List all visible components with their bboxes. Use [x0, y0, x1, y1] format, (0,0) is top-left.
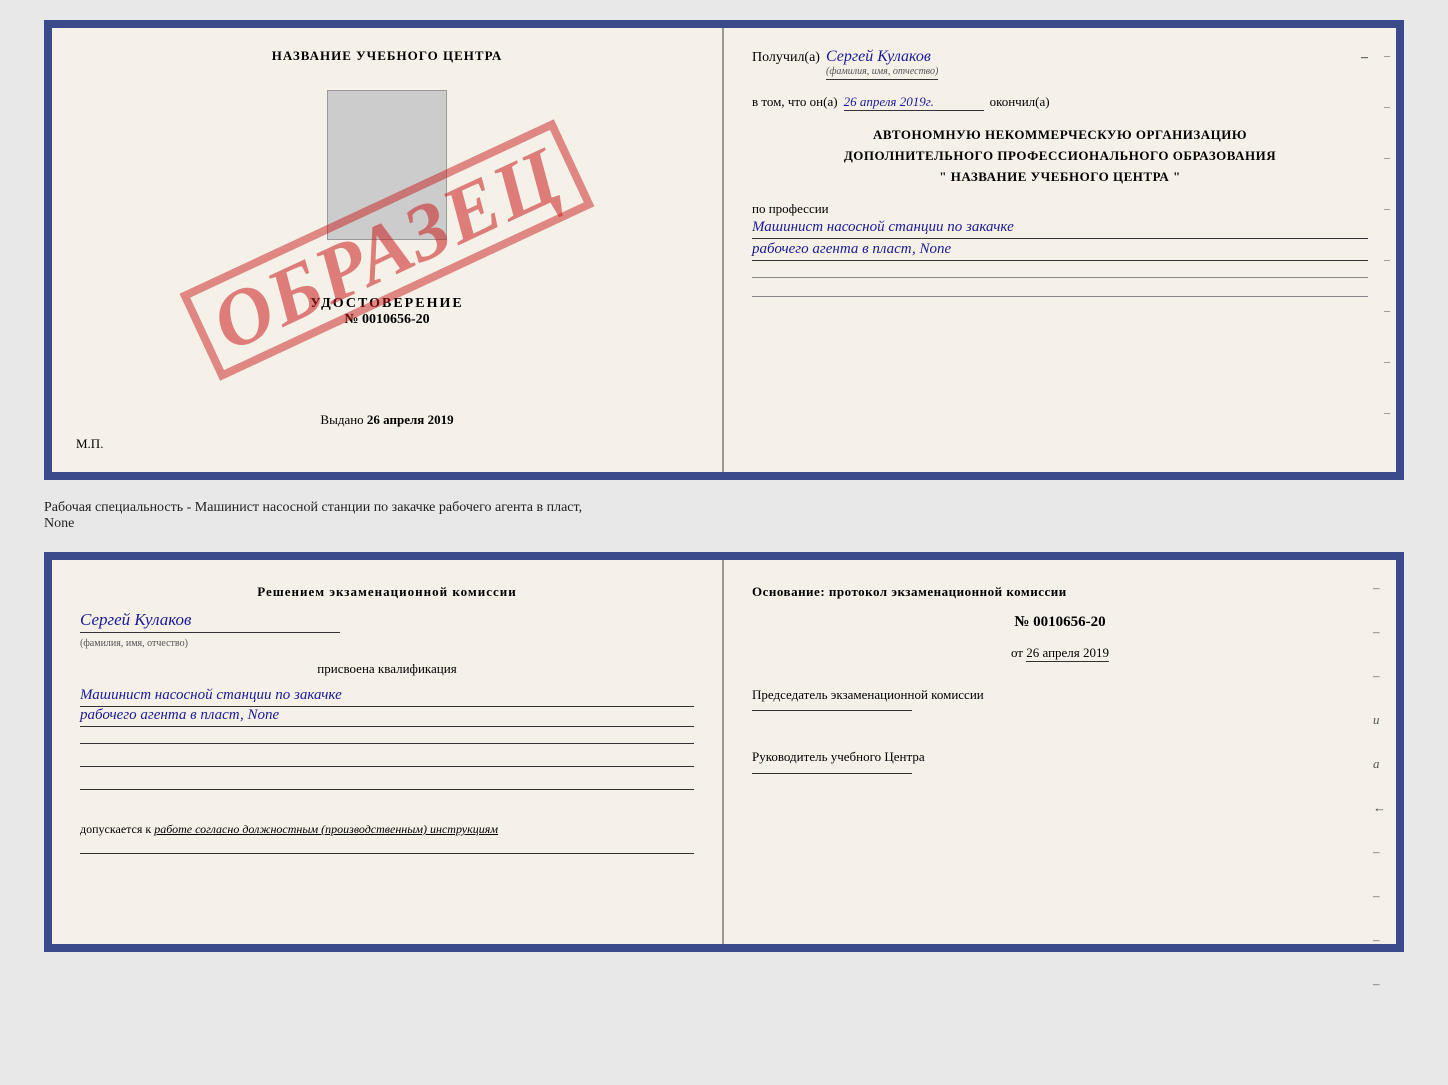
rukovoditel-label: Руководитель учебного Центра	[752, 745, 1368, 768]
underline3	[80, 789, 694, 790]
mp-line: М.П.	[76, 436, 103, 452]
rukovoditel-block: Руководитель учебного Центра	[752, 745, 1368, 777]
underline2	[80, 766, 694, 767]
dopuskaetsya-label: допускается к	[80, 822, 151, 836]
predsedatel-label: Председатель экзаменационной комиссии	[752, 683, 1368, 706]
udost-number: № 0010656-20	[310, 312, 463, 328]
org-block: АВТОНОМНУЮ НЕКОММЕРЧЕСКУЮ ОРГАНИЗАЦИЮ ДО…	[752, 125, 1368, 187]
sign-line-rukovoditel	[752, 773, 912, 774]
dopuskaetsya-val: работе согласно должностным (производств…	[154, 822, 498, 836]
sign-line-predsedatel	[752, 710, 912, 711]
okonchil-label: окончил(а)	[990, 94, 1050, 110]
org-line1: АВТОНОМНУЮ НЕКОММЕРЧЕСКУЮ ОРГАНИЗАЦИЮ	[752, 125, 1368, 146]
center-title: НАЗВАНИЕ УЧЕБНОГО ЦЕНТРА	[272, 48, 503, 64]
po-professii-label: по профессии	[752, 201, 1368, 217]
underline4	[80, 853, 694, 854]
bottom-doc-left: Решением экзаменационной комиссии Сергей…	[52, 560, 724, 944]
poluchil-name: Сергей Кулаков (фамилия, имя, отчество)	[826, 48, 938, 80]
vydano-label: Выдано	[320, 412, 363, 427]
decorative-dashes-right: – – – и а ← – – – –	[1373, 580, 1386, 992]
udost-block: УДОСТОВЕРЕНИЕ № 0010656-20	[310, 296, 463, 328]
vtom-label: в том, что он(а)	[752, 94, 838, 110]
udost-label: УДОСТОВЕРЕНИЕ	[310, 296, 463, 312]
qual-block: Машинист насосной станции по закачке раб…	[80, 687, 694, 727]
doc-separator-line2	[752, 296, 1368, 297]
bottom-doc-right: Основание: протокол экзаменационной коми…	[724, 560, 1396, 944]
decorative-dashes-top: – – – – – – – –	[1384, 48, 1390, 420]
profession-line2: рабочего агента в пласт, None	[752, 241, 1368, 261]
ot-line: от 26 апреля 2019	[752, 645, 1368, 661]
org-name-line: " НАЗВАНИЕ УЧЕБНОГО ЦЕНТРА "	[752, 167, 1368, 188]
photo-placeholder	[327, 90, 447, 240]
underline1	[80, 743, 694, 744]
vydano-line: Выдано 26 апреля 2019	[320, 392, 453, 428]
predsedatel-block: Председатель экзаменационной комиссии	[752, 683, 1368, 715]
prisvoena-label: присвоена квалификация	[80, 661, 694, 677]
doc-separator-line	[752, 277, 1368, 278]
vtom-line: в том, что он(а) 26 апреля 2019г. окончи…	[752, 94, 1368, 111]
org-line2: ДОПОЛНИТЕЛЬНОГО ПРОФЕССИОНАЛЬНОГО ОБРАЗО…	[752, 146, 1368, 167]
profession-line1: Машинист насосной станции по закачке	[752, 219, 1368, 239]
protocol-number-block: № 0010656-20	[752, 614, 1368, 631]
top-document: НАЗВАНИЕ УЧЕБНОГО ЦЕНТРА УДОСТОВЕРЕНИЕ №…	[44, 20, 1404, 480]
qual-line2: рабочего агента в пласт, None	[80, 707, 694, 727]
ot-date: 26 апреля 2019	[1026, 645, 1109, 662]
bottom-name-block: Сергей Кулаков (фамилия, имя, отчество)	[80, 610, 694, 651]
po-professii-block: по профессии Машинист насосной станции п…	[752, 201, 1368, 261]
separator-text: Рабочая специальность - Машинист насосно…	[44, 496, 1404, 536]
top-doc-right: – – – – – – – – Получил(а) Сергей Кулако…	[724, 28, 1396, 472]
resolution-title: Решением экзаменационной комиссии	[80, 584, 694, 600]
dopuskaetsya-block: допускается к работе согласно должностны…	[80, 822, 694, 837]
vtom-date: 26 апреля 2019г.	[844, 94, 984, 111]
ot-label: от	[1011, 645, 1023, 660]
vydano-date: 26 апреля 2019	[367, 412, 454, 427]
top-doc-left: НАЗВАНИЕ УЧЕБНОГО ЦЕНТРА УДОСТОВЕРЕНИЕ №…	[52, 28, 724, 472]
poluchil-label: Получил(а)	[752, 50, 820, 66]
qual-line1: Машинист насосной станции по закачке	[80, 687, 694, 707]
bottom-name: Сергей Кулаков	[80, 610, 340, 633]
bottom-document: Решением экзаменационной комиссии Сергей…	[44, 552, 1404, 952]
osnov-label: Основание: протокол экзаменационной коми…	[752, 584, 1368, 600]
bottom-fio-hint: (фамилия, имя, отчество)	[80, 638, 188, 649]
poluchil-line: Получил(а) Сергей Кулаков (фамилия, имя,…	[752, 48, 1368, 80]
